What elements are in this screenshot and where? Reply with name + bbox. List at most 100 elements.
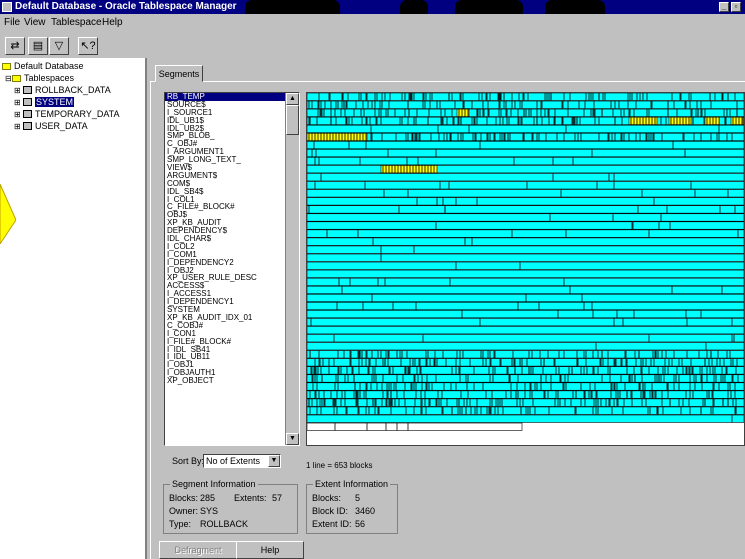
collapse-icon[interactable]: ⊟ xyxy=(5,73,12,84)
extent-row[interactable] xyxy=(307,366,744,375)
selected-extent[interactable] xyxy=(307,132,368,141)
extent-row[interactable] xyxy=(307,197,744,206)
extent-map[interactable] xyxy=(306,92,745,446)
extent-row[interactable] xyxy=(307,398,744,407)
segment-list-item[interactable]: IDL_UB2$ xyxy=(165,125,285,133)
segment-list-item[interactable]: I_COL2 xyxy=(165,243,285,251)
segment-list-item[interactable]: IDL_CHAR$ xyxy=(165,235,285,243)
segment-list-item[interactable]: SMP_LONG_TEXT_ xyxy=(165,156,285,164)
extent-row[interactable] xyxy=(307,374,744,383)
tab-segments[interactable]: Segments xyxy=(155,65,203,82)
filter-icon[interactable]: ▽ xyxy=(49,37,69,55)
tree-root[interactable]: Default Database xyxy=(2,61,84,72)
segment-list-item[interactable]: I_ACCESS1 xyxy=(165,290,285,298)
segment-list-item[interactable]: I_IDL_SB41 xyxy=(165,346,285,354)
extent-row[interactable] xyxy=(307,132,744,141)
dropdown-arrow-icon[interactable]: ▼ xyxy=(268,455,280,467)
extent-row[interactable] xyxy=(307,213,744,222)
extent-row[interactable] xyxy=(307,124,744,133)
segment-list-item[interactable]: C_FILE#_BLOCK# xyxy=(165,203,285,211)
segment-list-item[interactable]: I_ARGUMENT1 xyxy=(165,148,285,156)
extent-row[interactable] xyxy=(307,245,744,254)
segment-list-item[interactable]: SMP_BLOB_ xyxy=(165,132,285,140)
segment-list-item[interactable]: IDL_UB1$ xyxy=(165,117,285,125)
extent-row[interactable] xyxy=(307,189,744,198)
extent-row[interactable] xyxy=(307,390,744,399)
title-bar[interactable]: Default Database - Oracle Tablespace Man… xyxy=(0,0,745,14)
extent-row[interactable] xyxy=(307,342,744,351)
extent-row[interactable] xyxy=(307,205,744,214)
segment-list-item[interactable]: COM$ xyxy=(165,180,285,188)
expand-icon[interactable]: ⊞ xyxy=(14,97,21,108)
segment-list-item[interactable]: I_COM1 xyxy=(165,251,285,259)
database-icon[interactable]: ▤ xyxy=(28,37,48,55)
segment-list-item[interactable]: I_OBJ1 xyxy=(165,361,285,369)
extent-row[interactable] xyxy=(307,382,744,391)
extent-row[interactable] xyxy=(307,302,744,311)
segment-list-item[interactable]: XP_USER_RULE_DESC xyxy=(165,274,285,282)
segment-list-item[interactable]: C_OBJ# xyxy=(165,140,285,148)
minimize-icon[interactable]: _ xyxy=(719,2,729,12)
help-button[interactable]: Help xyxy=(236,541,304,559)
segment-list-item[interactable]: ACCESS$ xyxy=(165,282,285,290)
expand-icon[interactable]: ⊞ xyxy=(14,109,21,120)
extent-row[interactable] xyxy=(307,229,744,238)
extent-row[interactable] xyxy=(307,181,744,190)
extent-row[interactable] xyxy=(307,108,744,117)
extent-row[interactable] xyxy=(307,422,523,431)
extent-row[interactable] xyxy=(307,277,744,286)
segment-list-item[interactable]: C_COBJ# xyxy=(165,322,285,330)
segment-list-item[interactable]: I_SOURCE1 xyxy=(165,109,285,117)
menu-view[interactable]: View xyxy=(24,17,46,28)
refresh-icon[interactable]: ⇄ xyxy=(5,37,25,55)
segment-list-item[interactable]: ARGUMENT$ xyxy=(165,172,285,180)
segment-list-item[interactable]: I_FILE#_BLOCK# xyxy=(165,338,285,346)
extent-row[interactable] xyxy=(307,334,744,343)
segment-list-item[interactable]: I_COL1 xyxy=(165,196,285,204)
segment-list-scrollbar[interactable]: ▲ ▼ xyxy=(285,93,299,445)
segment-list-item[interactable]: I_OBJ2 xyxy=(165,267,285,275)
extent-row[interactable] xyxy=(307,293,744,302)
tree-tablespaces[interactable]: ⊟ Tablespaces xyxy=(5,73,74,84)
menu-help[interactable]: Help xyxy=(102,17,123,28)
segment-list-item[interactable]: I_CON1 xyxy=(165,330,285,338)
extent-map-canvas[interactable] xyxy=(307,93,744,445)
maximize-icon[interactable]: ▫ xyxy=(731,2,741,12)
segment-list-item[interactable]: IDL_SB4$ xyxy=(165,188,285,196)
defragment-button[interactable]: Defragment xyxy=(159,541,237,559)
segment-list-item[interactable]: I_OBJAUTH1 xyxy=(165,369,285,377)
expand-icon[interactable]: ⊞ xyxy=(14,121,21,132)
extent-row[interactable] xyxy=(307,221,744,230)
extent-row[interactable] xyxy=(307,149,744,158)
app-icon[interactable] xyxy=(2,2,12,12)
tree-item-temporary-data[interactable]: ⊞ TEMPORARY_DATA xyxy=(14,109,120,120)
extent-row[interactable] xyxy=(307,261,744,270)
extent-row[interactable] xyxy=(307,310,744,319)
segment-list-item[interactable]: SOURCE$ xyxy=(165,101,285,109)
segment-list-item[interactable]: XP_OBJECT xyxy=(165,377,285,385)
extent-row[interactable] xyxy=(307,100,744,109)
extent-row[interactable] xyxy=(307,406,744,415)
segment-list-item[interactable]: I_IDL_UB11 xyxy=(165,353,285,361)
menu-tablespace[interactable]: Tablespace xyxy=(51,17,102,28)
scroll-up-icon[interactable]: ▲ xyxy=(286,93,299,105)
extent-row[interactable] xyxy=(307,318,744,327)
segment-list[interactable]: RB_TEMP SOURCE$ I_SOURCE1 IDL_UB1$ IDL_UB2$ S… xyxy=(164,92,300,446)
extent-row[interactable] xyxy=(307,269,744,278)
extent-row[interactable] xyxy=(307,358,744,367)
segment-list-item[interactable]: DEPENDENCY$ xyxy=(165,227,285,235)
expand-icon[interactable]: ⊞ xyxy=(14,85,21,96)
extent-row[interactable] xyxy=(307,157,744,166)
extent-row[interactable] xyxy=(307,253,744,262)
extent-row[interactable] xyxy=(307,350,744,359)
segment-list-item[interactable]: XP_KB_AUDIT_IDX_01 xyxy=(165,314,285,322)
extent-row[interactable] xyxy=(307,140,744,150)
segment-list-item[interactable]: I_DEPENDENCY1 xyxy=(165,298,285,306)
scroll-down-icon[interactable]: ▼ xyxy=(286,433,299,445)
extent-row[interactable] xyxy=(307,326,744,335)
tree-item-user-data[interactable]: ⊞ USER_DATA xyxy=(14,121,88,132)
tree-item-rollback-data[interactable]: ⊞ ROLLBACK_DATA xyxy=(14,85,111,96)
segment-list-item[interactable]: VIEW$ xyxy=(165,164,285,172)
segment-list-item[interactable]: I_DEPENDENCY2 xyxy=(165,259,285,267)
segment-list-item[interactable]: XP_KB_AUDIT xyxy=(165,219,285,227)
